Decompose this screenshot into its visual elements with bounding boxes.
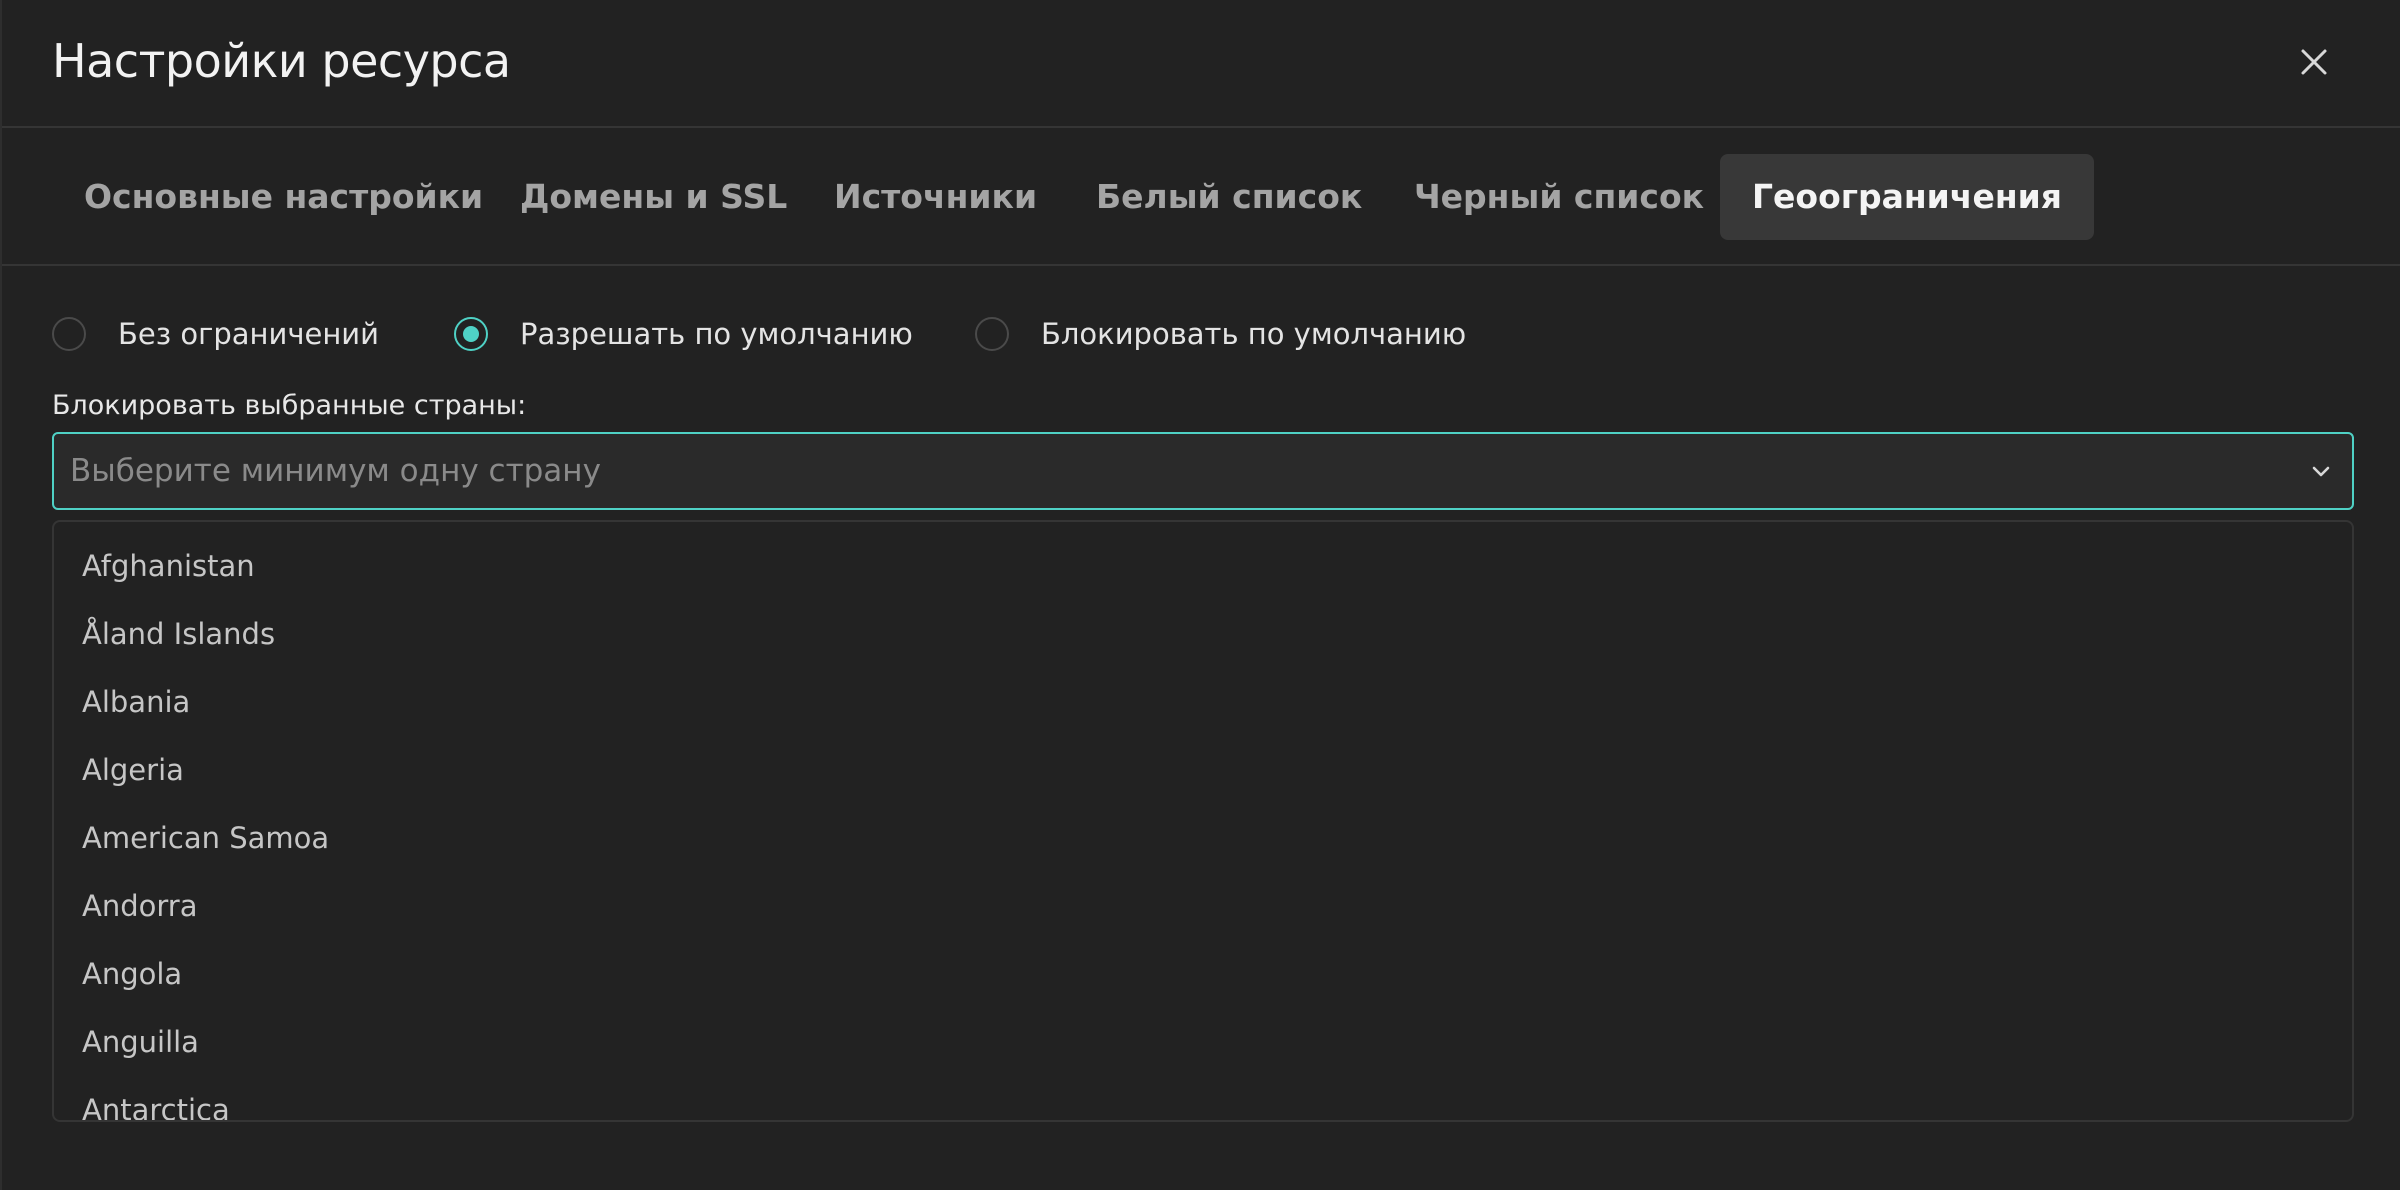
list-item[interactable]: Afghanistan (54, 532, 2352, 600)
radio-label: Блокировать по умолчанию (1041, 317, 1467, 351)
settings-tabs: Основные настройки Домены и SSL Источник… (2, 128, 2400, 266)
countries-field-label: Блокировать выбранные страны: (52, 390, 527, 421)
radio-block-by-default[interactable]: Блокировать по умолчанию (975, 314, 1466, 354)
radio-circle (52, 317, 86, 351)
list-item[interactable]: American Samoa (54, 804, 2352, 872)
countries-select-placeholder: Выберите минимум одну страну (70, 453, 601, 489)
geo-mode-radio-group: Без ограничений Разрешать по умолчанию Б… (2, 314, 2400, 354)
tab-blacklist[interactable]: Черный список (1414, 154, 1704, 240)
list-item[interactable]: Algeria (54, 736, 2352, 804)
tab-sources[interactable]: Источники (834, 154, 1037, 240)
list-item[interactable]: Anguilla (54, 1008, 2352, 1076)
list-item[interactable]: Angola (54, 940, 2352, 1008)
tab-geo-restrictions[interactable]: Геоограничения (1720, 154, 2094, 240)
radio-no-restrictions[interactable]: Без ограничений (52, 314, 379, 354)
list-item[interactable]: Åland Islands (54, 600, 2352, 668)
tab-domains-ssl[interactable]: Домены и SSL (520, 154, 787, 240)
radio-circle-checked (454, 317, 488, 351)
radio-label: Без ограничений (118, 317, 379, 351)
countries-dropdown-list[interactable]: Afghanistan Åland Islands Albania Algeri… (52, 520, 2354, 1122)
dialog-header: Настройки ресурса (2, 0, 2400, 128)
resource-settings-dialog: Настройки ресурса Основные настройки Дом… (0, 0, 2400, 1190)
radio-allow-by-default[interactable]: Разрешать по умолчанию (454, 314, 913, 354)
close-button[interactable] (2292, 40, 2336, 84)
list-item[interactable]: Albania (54, 668, 2352, 736)
list-item[interactable]: Andorra (54, 872, 2352, 940)
radio-label: Разрешать по умолчанию (520, 317, 913, 351)
close-icon (2301, 49, 2327, 75)
countries-select[interactable]: Выберите минимум одну страну (52, 432, 2354, 510)
tab-whitelist[interactable]: Белый список (1096, 154, 1362, 240)
dialog-title: Настройки ресурса (52, 34, 511, 88)
tab-basic-settings[interactable]: Основные настройки (84, 154, 483, 240)
chevron-down-icon[interactable] (2308, 458, 2334, 484)
list-item[interactable]: Antarctica (54, 1076, 2352, 1120)
radio-circle (975, 317, 1009, 351)
